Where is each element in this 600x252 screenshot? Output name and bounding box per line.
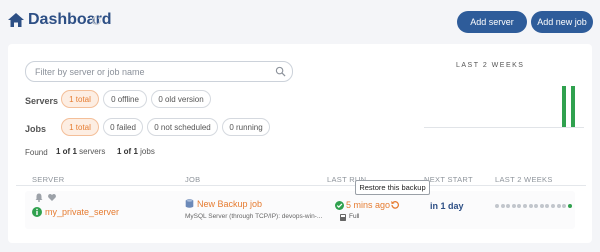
table-divider — [16, 185, 586, 186]
history-dot[interactable] — [551, 204, 555, 208]
chart-title: LAST 2 WEEKS — [456, 62, 525, 69]
history-dot[interactable] — [523, 204, 527, 208]
found-servers-word: servers — [79, 147, 106, 156]
history-dot[interactable] — [528, 204, 533, 208]
last-run-time[interactable]: 5 mins ago — [346, 200, 390, 210]
search-icon — [275, 66, 286, 77]
filter-servers-total[interactable]: 1 total — [61, 90, 99, 108]
add-server-button[interactable]: Add server — [457, 11, 527, 33]
found-servers-count: 1 of 1 — [56, 147, 77, 156]
found-jobs-word: jobs — [140, 147, 155, 156]
next-start-time: in 1 day — [430, 201, 464, 211]
restore-icon[interactable] — [390, 200, 400, 210]
database-icon — [185, 199, 194, 208]
found-label: Found — [25, 148, 48, 157]
history-dot[interactable] — [562, 204, 567, 208]
backup-type: Full — [349, 213, 360, 220]
server-name-link[interactable]: my_private_server — [45, 207, 119, 217]
chart-bar — [562, 86, 566, 127]
history-dot[interactable] — [500, 204, 505, 208]
history-dot[interactable] — [506, 204, 511, 208]
history-dot[interactable] — [517, 204, 522, 208]
column-header-last-2-weeks: LAST 2 WEEKS — [495, 175, 553, 184]
chart-bar — [571, 86, 575, 127]
filter-jobs-failed[interactable]: 0 failed — [103, 118, 143, 136]
found-jobs: 1 of 1 jobs — [117, 147, 155, 156]
add-new-job-button[interactable]: Add new job — [531, 11, 593, 33]
history-dots — [495, 204, 575, 208]
found-jobs-count: 1 of 1 — [117, 147, 138, 156]
job-name-link[interactable]: New Backup job — [197, 199, 262, 209]
found-servers: 1 of 1 servers — [56, 147, 105, 156]
column-header-server[interactable]: SERVER — [32, 175, 65, 184]
history-dot[interactable] — [539, 204, 544, 208]
header: Dashboard Add server Add new job — [0, 0, 600, 44]
jobs-filter-label: Jobs — [25, 124, 47, 134]
home-icon[interactable] — [8, 13, 24, 27]
filter-servers-old-version[interactable]: 0 old version — [151, 90, 211, 108]
dashboard-card: Filter by server or job name Servers 1 t… — [8, 44, 592, 243]
refresh-icon[interactable] — [91, 15, 102, 26]
restore-tooltip: Restore this backup — [355, 180, 430, 195]
filter-jobs-total[interactable]: 1 total — [61, 118, 99, 136]
history-dot[interactable] — [567, 204, 572, 208]
check-circle-icon — [335, 201, 344, 210]
column-header-next-start[interactable]: NEXT START — [424, 175, 473, 184]
heart-icon[interactable] — [48, 194, 56, 201]
history-dot[interactable] — [534, 204, 539, 208]
filter-jobs-not-scheduled[interactable]: 0 not scheduled — [147, 118, 218, 136]
job-source-description: MySQL Server (through TCP/IP): devops-wi… — [185, 213, 323, 220]
bell-icon[interactable] — [35, 193, 43, 202]
servers-filter-label: Servers — [25, 96, 59, 106]
search-placeholder: Filter by server or job name — [35, 67, 145, 77]
search-input[interactable]: Filter by server or job name — [25, 61, 293, 82]
history-dot[interactable] — [511, 204, 516, 208]
history-dot[interactable] — [556, 204, 561, 208]
history-dot[interactable] — [545, 204, 550, 208]
info-icon — [32, 207, 42, 217]
column-header-job[interactable]: JOB — [185, 175, 201, 184]
filter-servers-offline[interactable]: 0 offline — [103, 90, 147, 108]
two-week-chart — [424, 74, 584, 128]
history-dot[interactable] — [495, 204, 499, 208]
filter-jobs-running[interactable]: 0 running — [222, 118, 270, 136]
disk-icon — [340, 214, 346, 221]
